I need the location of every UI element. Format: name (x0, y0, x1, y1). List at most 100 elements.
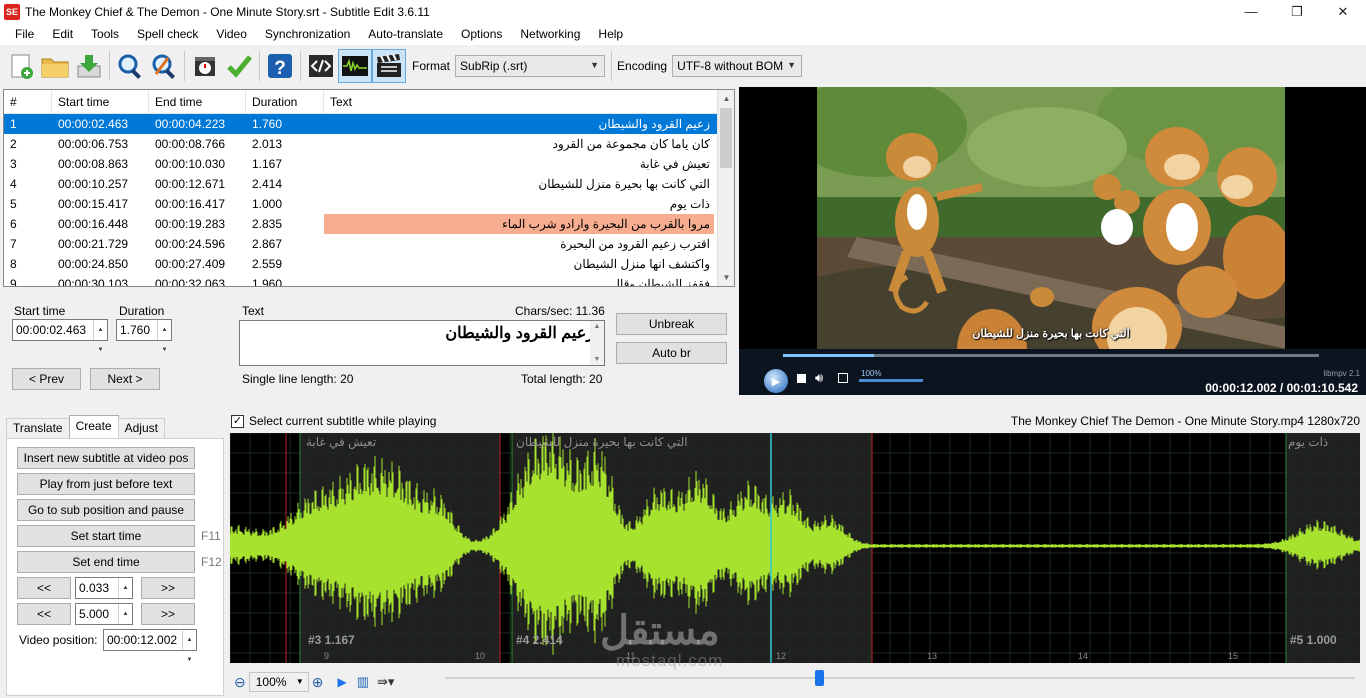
large-step-back-button[interactable]: << (17, 603, 71, 625)
large-step-value: 5.000 (79, 607, 110, 621)
menu-video[interactable]: Video (207, 27, 255, 41)
menu-synchronization[interactable]: Synchronization (256, 27, 359, 41)
column-header-duration[interactable]: Duration (246, 90, 324, 113)
encoding-select[interactable]: UTF-8 without BOM ▼ (672, 55, 803, 77)
column-header-start[interactable]: Start time (52, 90, 149, 113)
table-row[interactable]: 2 00:00:06.753 00:00:08.766 2.013 كان ياما ك… (4, 134, 734, 154)
cell-end-time: 00:00:24.596 (155, 237, 226, 251)
find-button[interactable] (113, 49, 147, 83)
video-position-input[interactable]: 00:00:12.002 ▲ ▼ (103, 629, 197, 663)
start-time-spinner[interactable]: ▲ ▼ (93, 320, 107, 353)
unbreak-button[interactable]: Unbreak (616, 313, 727, 335)
volume-slider[interactable] (859, 379, 923, 382)
checkbox-checked-icon[interactable]: ✓ (231, 414, 244, 428)
table-row[interactable]: 6 00:00:16.448 00:00:19.283 2.835 مروا بالقر… (4, 214, 734, 234)
menu-file[interactable]: File (6, 27, 43, 41)
table-row[interactable]: 4 00:00:10.257 00:00:12.671 2.414 التي كانت … (4, 174, 734, 194)
set-start-time-button[interactable]: Set start time (17, 525, 195, 547)
waveform-toggle-button[interactable] (338, 49, 372, 83)
table-row[interactable]: 3 00:00:08.863 00:00:10.030 1.167 تعيش في غا… (4, 154, 734, 174)
next-button[interactable]: Next > (90, 368, 160, 390)
table-row[interactable]: 8 00:00:24.850 00:00:27.409 2.559 واكتشف انه… (4, 254, 734, 274)
prev-button[interactable]: < Prev (12, 368, 81, 390)
column-header-text[interactable]: Text (324, 90, 714, 113)
waveform-position-slider[interactable] (445, 670, 1355, 686)
small-step-spinner[interactable]: ▲▼ (118, 578, 132, 611)
auto-br-button[interactable]: Auto br (616, 342, 727, 364)
subtitle-grid[interactable]: # Start time End time Duration Text 1 00:… (3, 89, 735, 287)
tab-translate[interactable]: Translate (6, 418, 70, 438)
toolbar-separator (109, 51, 110, 81)
play-before-text-button[interactable]: Play from just before text (17, 473, 195, 495)
encoding-value: UTF-8 without BOM (677, 59, 784, 73)
start-time-input[interactable]: 00:00:02.463 ▲ ▼ (12, 319, 108, 353)
small-step-input[interactable]: 0.033 ▲▼ (75, 577, 133, 611)
scroll-down-icon[interactable]: ▼ (718, 269, 734, 286)
scroll-thumb[interactable] (720, 108, 732, 168)
menu-edit[interactable]: Edit (43, 27, 82, 41)
open-file-button[interactable] (38, 49, 72, 83)
close-button[interactable]: ✕ (1320, 0, 1366, 23)
table-row[interactable]: 7 00:00:21.729 00:00:24.596 2.867 اقترب زعيم… (4, 234, 734, 254)
large-step-forward-button[interactable]: >> (141, 603, 195, 625)
table-row[interactable]: 1 00:00:02.463 00:00:04.223 1.760 زعيم القرو… (4, 114, 734, 134)
select-current-checkbox[interactable]: ✓ Select current subtitle while playing (231, 414, 436, 428)
duration-label: Duration (119, 304, 165, 318)
save-button[interactable] (72, 49, 106, 83)
column-header-number[interactable]: # (4, 90, 52, 113)
menu-options[interactable]: Options (452, 27, 511, 41)
audio-waveform[interactable]: تعيش في غابة التي كانت بها بحيرة منزل لل… (230, 433, 1360, 663)
goto-sub-position-button[interactable]: Go to sub position and pause (17, 499, 195, 521)
table-row[interactable]: 9 00:00:30.103 00:00:32.063 1.960 فقفز الشيط… (4, 274, 734, 286)
menu-tools[interactable]: Tools (82, 27, 128, 41)
video-toggle-button[interactable] (372, 49, 406, 83)
zoom-select[interactable]: 100% ▼ (248, 672, 309, 692)
small-step-forward-button[interactable]: >> (141, 577, 195, 599)
set-end-time-button[interactable]: Set end time (17, 551, 195, 573)
grid-scrollbar[interactable]: ▲ ▼ (717, 90, 734, 286)
menu-auto-translate[interactable]: Auto-translate (359, 27, 452, 41)
video-player[interactable]: التي كانت بها بحيرة منزل للشيطان ▶ 🔊︎ 10… (739, 87, 1366, 395)
zoom-out-icon[interactable]: ⊖ (234, 674, 246, 691)
zoom-in-icon[interactable]: ⊕ (312, 674, 324, 691)
column-header-end[interactable]: End time (149, 90, 246, 113)
maximize-button[interactable]: ❐ (1274, 0, 1320, 23)
volume-icon[interactable]: 🔊︎ (815, 370, 823, 386)
duration-input[interactable]: 1.760 ▲ ▼ (116, 319, 172, 353)
play-button[interactable]: ▶ (764, 369, 788, 393)
menu-help[interactable]: Help (589, 27, 632, 41)
video-position-spinner[interactable]: ▲ ▼ (182, 630, 196, 663)
large-step-spinner[interactable]: ▲▼ (118, 604, 132, 637)
play-selection-icon[interactable]: ▶ (337, 675, 346, 689)
time-tick: 12 (776, 651, 787, 661)
menu-networking[interactable]: Networking (511, 27, 589, 41)
new-file-button[interactable] (4, 49, 38, 83)
minimize-button[interactable]: — (1228, 0, 1274, 23)
video-progress-bar[interactable] (783, 354, 1319, 357)
slider-thumb[interactable] (815, 670, 824, 686)
scroll-up-icon[interactable]: ▲ (718, 90, 734, 107)
large-step-input[interactable]: 5.000 ▲▼ (75, 603, 133, 637)
stop-button[interactable] (797, 374, 806, 383)
small-step-back-button[interactable]: << (17, 577, 71, 599)
table-row[interactable]: 5 00:00:15.417 00:00:16.417 1.000 ذات يوم (4, 194, 734, 214)
chevron-down-icon: ▼ (590, 60, 600, 70)
text-scrollbar[interactable]: ▲ ▼ (590, 321, 604, 365)
insert-subtitle-button[interactable]: Insert new subtitle at video pos (17, 447, 195, 469)
source-view-button[interactable] (304, 49, 338, 83)
duration-spinner[interactable]: ▲ ▼ (157, 320, 171, 353)
replace-button[interactable] (147, 49, 181, 83)
fullscreen-icon[interactable] (838, 373, 848, 383)
help-button[interactable]: ? (263, 49, 297, 83)
format-select[interactable]: SubRip (.srt) ▼ (455, 55, 606, 77)
tab-adjust[interactable]: Adjust (117, 418, 165, 438)
menu-spell-check[interactable]: Spell check (128, 27, 207, 41)
visual-sync-button[interactable] (188, 49, 222, 83)
grid-columns-icon[interactable]: ▥ (357, 674, 369, 690)
double-arrow-icon[interactable]: ⇛▾ (377, 674, 394, 690)
subtitle-text-input[interactable]: زعيم القرود والشيطان ▲ ▼ (239, 320, 605, 366)
watermark-logo: مستقل (600, 609, 720, 653)
tab-create[interactable]: Create (68, 415, 119, 438)
grid-header: # Start time End time Duration Text (4, 90, 734, 114)
spell-check-button[interactable] (222, 49, 256, 83)
